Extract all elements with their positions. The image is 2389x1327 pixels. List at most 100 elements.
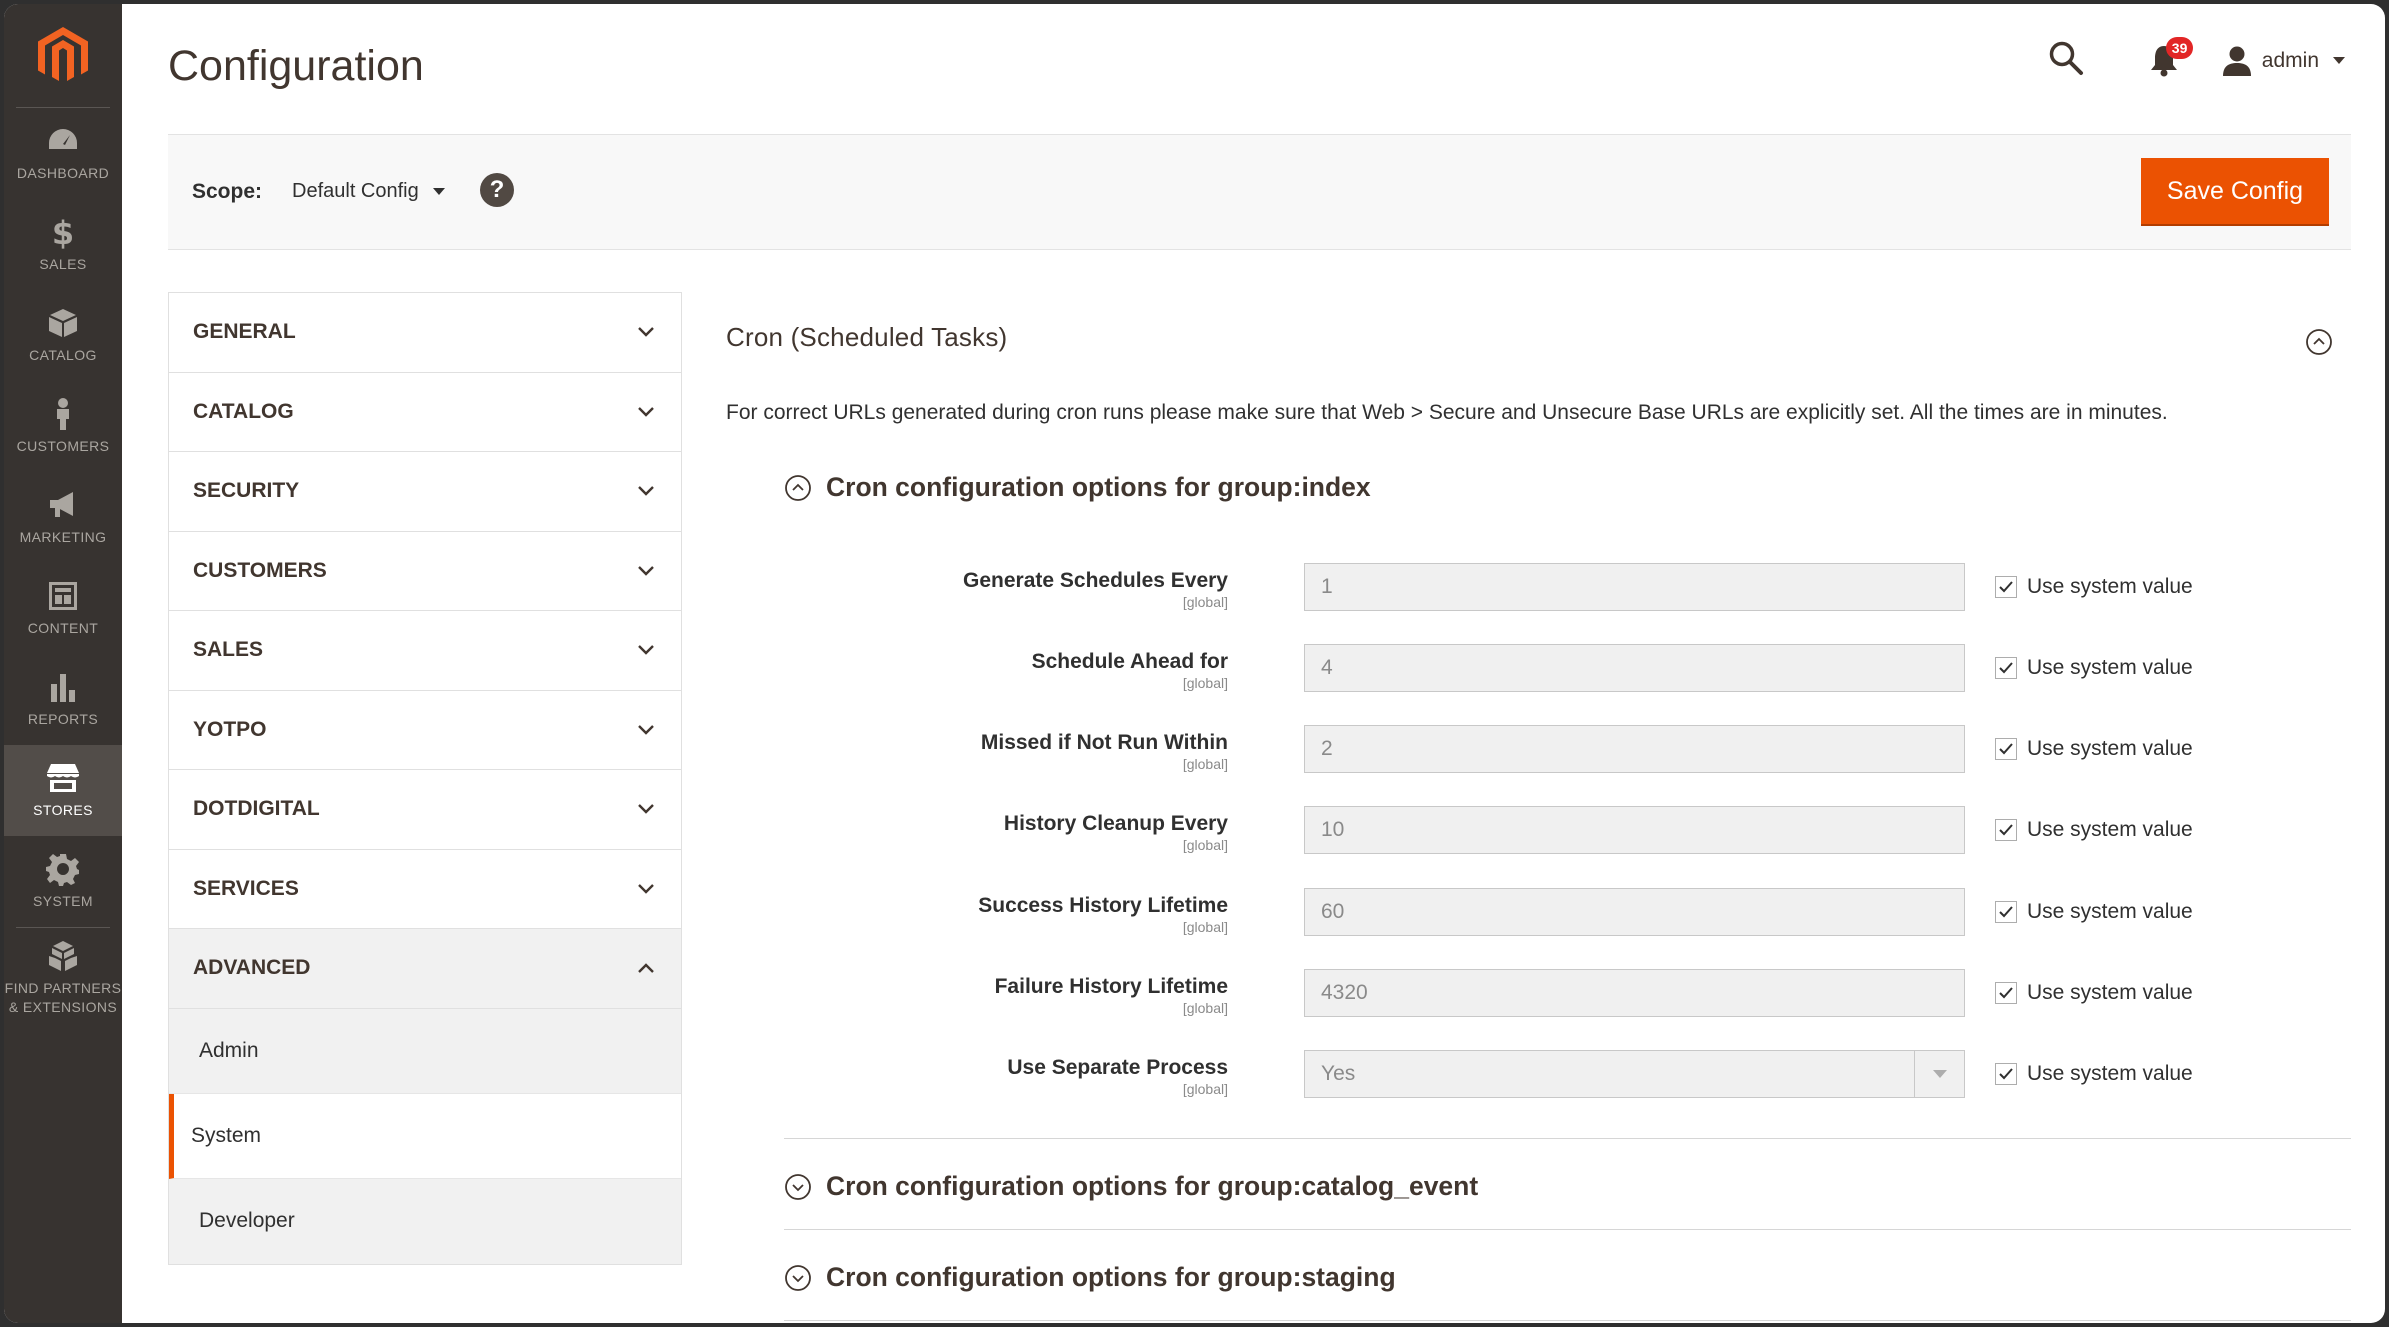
nav-catalog[interactable]: CATALOG [4,290,122,381]
group-divider [784,1320,2351,1321]
tab-yotpo[interactable]: YOTPO [169,691,681,770]
chevron-down-icon [638,327,654,337]
use-system-value-checkbox[interactable]: Use system value [1995,737,2193,761]
group-title-text: Cron configuration options for group:cat… [826,1171,1479,1201]
nav-label: REPORTS [27,711,99,727]
nav-label: CONTENT [27,620,99,636]
nav-content[interactable]: CONTENT [4,563,122,654]
failure-history-input[interactable]: 4320 [1304,969,1965,1017]
section-title[interactable]: Cron (Scheduled Tasks) [726,322,1007,353]
field-label-text: Schedule Ahead for [1031,650,1228,673]
nav-stores[interactable]: STORES [4,745,122,836]
checkbox-label: Use system value [2027,818,2193,841]
group-divider [784,1229,2351,1230]
tab-catalog[interactable]: CATALOG [169,373,681,452]
chevron-down-icon [2333,57,2345,64]
subtab-system[interactable]: System [169,1093,681,1179]
use-system-value-checkbox[interactable]: Use system value [1995,575,2193,599]
bar-chart-icon [51,674,75,702]
checkbox[interactable] [1995,819,2017,841]
tab-customers[interactable]: CUSTOMERS [169,532,681,611]
tab-services[interactable]: SERVICES [169,850,681,929]
field-row: Schedule Ahead for [global] 4 Use system … [726,644,2351,700]
field-label-text: Use Separate Process [1007,1056,1228,1079]
field-label-text: History Cleanup Every [1003,812,1228,835]
collapse-icon [785,474,811,501]
group-title-text: Cron configuration options for group:ind… [826,472,1371,502]
tab-dotdigital[interactable]: DOTDIGITAL [169,770,681,850]
checkbox[interactable] [1995,576,2017,598]
tab-label: DOTDIGITAL [193,797,320,821]
group-index-title[interactable]: Cron configuration options for group:ind… [784,472,1371,503]
scope-tag: [global] [1182,675,1228,691]
chevron-down-icon [638,883,654,894]
group-catalog-event-title[interactable]: Cron configuration options for group:cat… [784,1171,1478,1202]
checkbox[interactable] [1995,1063,2017,1085]
field-row: Generate Schedules Every [global] 1 Use s… [726,563,2351,619]
tab-label: GENERAL [193,320,296,344]
group-staging-title[interactable]: Cron configuration options for group:sta… [784,1262,1396,1293]
checkmark-icon [1999,743,2013,755]
nav-marketing[interactable]: MARKETING [4,472,122,563]
subtab-admin[interactable]: Admin [169,1009,681,1094]
global-search[interactable] [2048,40,2084,81]
schedule-ahead-input[interactable]: 4 [1304,644,1965,692]
field-label-text: Success History Lifetime [978,894,1228,917]
user-menu[interactable]: admin [2220,44,2345,78]
checkbox[interactable] [1995,738,2017,760]
checkbox-label: Use system value [2027,1062,2193,1085]
collapse-icon[interactable] [2305,328,2333,356]
tab-advanced[interactable]: ADVANCED [169,929,681,1009]
save-config-button[interactable]: Save Config [2141,158,2329,226]
tab-label: CATALOG [193,399,294,423]
checkmark-icon [1999,581,2013,593]
dollar-icon: $ [52,215,74,249]
field-label: Success History Lifetime [global] [978,894,1228,935]
generate-schedules-input[interactable]: 1 [1304,563,1965,611]
tab-sales[interactable]: SALES [169,611,681,691]
history-cleanup-input[interactable]: 10 [1304,806,1965,854]
scope-label: Scope: [192,180,263,203]
checkbox-label: Use system value [2027,981,2193,1004]
tab-security[interactable]: SECURITY [169,452,681,532]
checkbox[interactable] [1995,982,2017,1004]
nav-customers[interactable]: CUSTOMERS [4,381,122,472]
use-system-value-checkbox[interactable]: Use system value [1995,818,2193,842]
use-system-value-checkbox[interactable]: Use system value [1995,900,2193,924]
section-note: For correct URLs generated during cron r… [726,401,2168,424]
nav-reports[interactable]: REPORTS [4,654,122,745]
expand-icon [785,1173,811,1200]
checkbox-label: Use system value [2027,737,2193,760]
scope-bar: Scope: Default Config ? Save Config [168,134,2351,250]
separate-process-select[interactable]: Yes [1304,1050,1965,1098]
scope-tag: [global] [1182,594,1228,610]
use-system-value-checkbox[interactable]: Use system value [1995,981,2193,1005]
success-history-input[interactable]: 60 [1304,888,1965,936]
nav-label: SALES [39,256,87,272]
nav-dashboard[interactable]: DASHBOARD [4,108,122,199]
scope-value: Default Config [292,180,419,202]
use-system-value-checkbox[interactable]: Use system value [1995,656,2193,680]
nav-system[interactable]: SYSTEM [4,836,122,927]
nav-sales[interactable]: $ SALES [4,199,122,290]
person-icon [57,398,69,430]
scope-switcher[interactable]: Default Config [292,180,445,203]
expand-icon [785,1264,811,1291]
checkbox[interactable] [1995,657,2017,679]
help-icon[interactable]: ? [480,173,514,207]
notifications[interactable]: 39 [2144,36,2194,81]
magento-logo-icon [38,26,88,81]
search-icon [2049,41,2083,75]
scope-tag: [global] [1182,837,1228,853]
tab-general[interactable]: GENERAL [169,293,681,373]
nav-label: CUSTOMERS [16,438,110,454]
subtab-developer[interactable]: Developer [169,1179,681,1264]
use-system-value-checkbox[interactable]: Use system value [1995,1062,2193,1086]
field-label-text: Failure History Lifetime [994,975,1228,998]
field-label: Generate Schedules Every [global] [963,569,1228,610]
missed-if-not-run-input[interactable]: 2 [1304,725,1965,773]
checkbox[interactable] [1995,901,2017,923]
tab-label: ADVANCED [193,956,311,980]
magento-logo[interactable] [16,4,110,108]
nav-find-partners[interactable]: FIND PARTNERS & EXTENSIONS [4,928,122,1028]
